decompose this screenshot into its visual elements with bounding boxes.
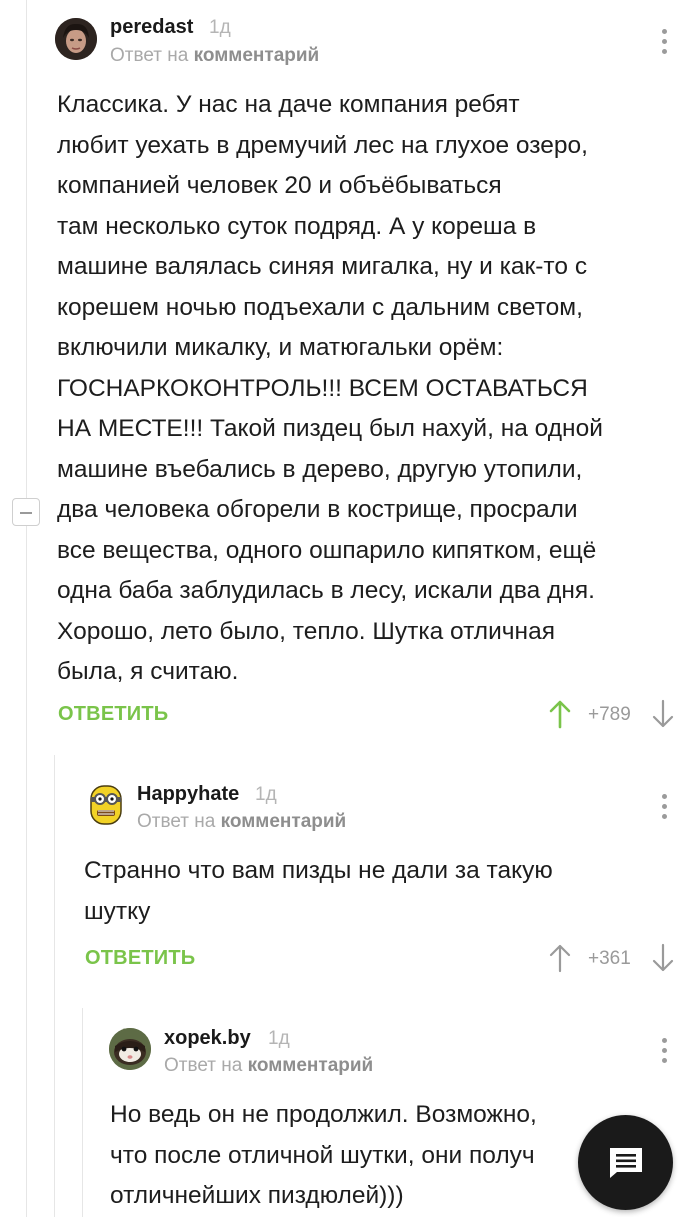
reply-to-prefix: Ответ на — [137, 811, 216, 832]
comment-text-line: включили микалку, и матюгальки орём: — [57, 334, 504, 361]
comment-text-line: Хорошо, лето было, тепло. Шутка отличная — [57, 617, 555, 645]
comment-text-line: компанией человек 20 и объёбываться — [57, 172, 502, 199]
comment-time: 1д — [268, 1028, 290, 1049]
comment-text-line: Но ведь он не продолжил. Возможно, — [110, 1101, 537, 1128]
rating-count: +789 — [588, 704, 631, 725]
arrow-down-icon[interactable] — [652, 943, 674, 973]
comment-text-line: что после отличной шутки, они получ — [110, 1141, 535, 1169]
avatar-image — [55, 18, 97, 60]
reply-to-link[interactable]: комментарий — [194, 45, 320, 66]
more-vertical-icon[interactable] — [660, 27, 668, 57]
more-vertical-icon[interactable] — [660, 792, 668, 822]
reply-to-link[interactable]: комментарий — [221, 811, 347, 832]
comment-text: Но ведь он не продолжил. Возможно, что п… — [110, 1095, 580, 1217]
reply-to-line: Ответ на комментарий — [164, 1055, 373, 1077]
comment-text-line: все вещества, одного ошпарило кипятком, … — [57, 536, 597, 564]
arrow-up-icon[interactable] — [549, 699, 571, 729]
comment-text: Классика. У нас на даче компания ребят л… — [57, 85, 603, 693]
comment-text-line: любит уехать в дремучий лес на глухое оз… — [57, 131, 588, 159]
thread-line-level-3 — [82, 1008, 83, 1217]
comment-author[interactable]: peredast — [110, 16, 193, 39]
arrow-down-icon[interactable] — [652, 699, 674, 729]
comment-time: 1д — [255, 784, 277, 805]
reply-button[interactable]: ОТВЕТИТЬ — [85, 947, 195, 970]
reply-to-prefix: Ответ на — [110, 45, 189, 66]
comment-text-line: машине въебались в дерево, другую утопил… — [57, 455, 583, 483]
reply-to-line: Ответ на комментарий — [137, 811, 346, 833]
comment-text-line: ГОСНАРКОКОНТРОЛЬ!!! ВСЕМ ОСТАВАТЬСЯ — [57, 374, 588, 402]
comment-text-line: одна баба заблудилась в лесу, искали два… — [57, 577, 595, 604]
reply-to-prefix: Ответ на — [164, 1055, 243, 1076]
comment-text-line: была, я считаю. — [57, 658, 239, 685]
reply-to-link[interactable]: комментарий — [248, 1055, 374, 1076]
comment-author[interactable]: Happyhate — [137, 783, 239, 806]
comment-text-line: машине валялась синяя мигалка, ну и как-… — [57, 253, 588, 280]
comment-text-line: Классика. У нас на даче компания ребят — [57, 91, 520, 118]
avatar-image — [109, 1028, 151, 1070]
comment-text-line: шутку — [84, 897, 151, 925]
comment-text: Странно что вам пизды не дали за такую ш… — [84, 851, 553, 932]
rating-count: +361 — [588, 948, 631, 969]
avatar[interactable] — [85, 783, 127, 825]
collapse-thread-button[interactable] — [12, 498, 40, 526]
reply-to-line: Ответ на комментарий — [110, 45, 319, 67]
comment-text-line: корешем ночью подъехали с дальним светом… — [57, 293, 583, 321]
avatar[interactable] — [55, 18, 97, 60]
avatar[interactable] — [109, 1028, 151, 1070]
comment-fab-button[interactable] — [578, 1115, 673, 1210]
more-vertical-icon[interactable] — [660, 1036, 668, 1066]
comment-text-line: Странно что вам пизды не дали за такую — [84, 857, 553, 884]
comment-text-line: отличнейших пиздюлей))) — [110, 1182, 404, 1209]
comment-author[interactable]: xopek.by — [164, 1027, 251, 1050]
comment-text-line: два человека обгорели в кострище, просра… — [57, 496, 578, 523]
reply-button[interactable]: ОТВЕТИТЬ — [58, 703, 168, 726]
thread-line-level-1 — [26, 0, 27, 1217]
comment-text-line: там несколько суток подряд. А у кореша в — [57, 212, 537, 240]
thread-line-level-2 — [54, 755, 55, 1217]
comment-text-line: НА МЕСТЕ!!! Такой пиздец был нахуй, на о… — [57, 415, 603, 442]
comment-icon — [610, 1148, 642, 1178]
arrow-up-icon[interactable] — [549, 943, 571, 973]
avatar-image — [90, 785, 122, 825]
comment-time: 1д — [209, 17, 231, 38]
